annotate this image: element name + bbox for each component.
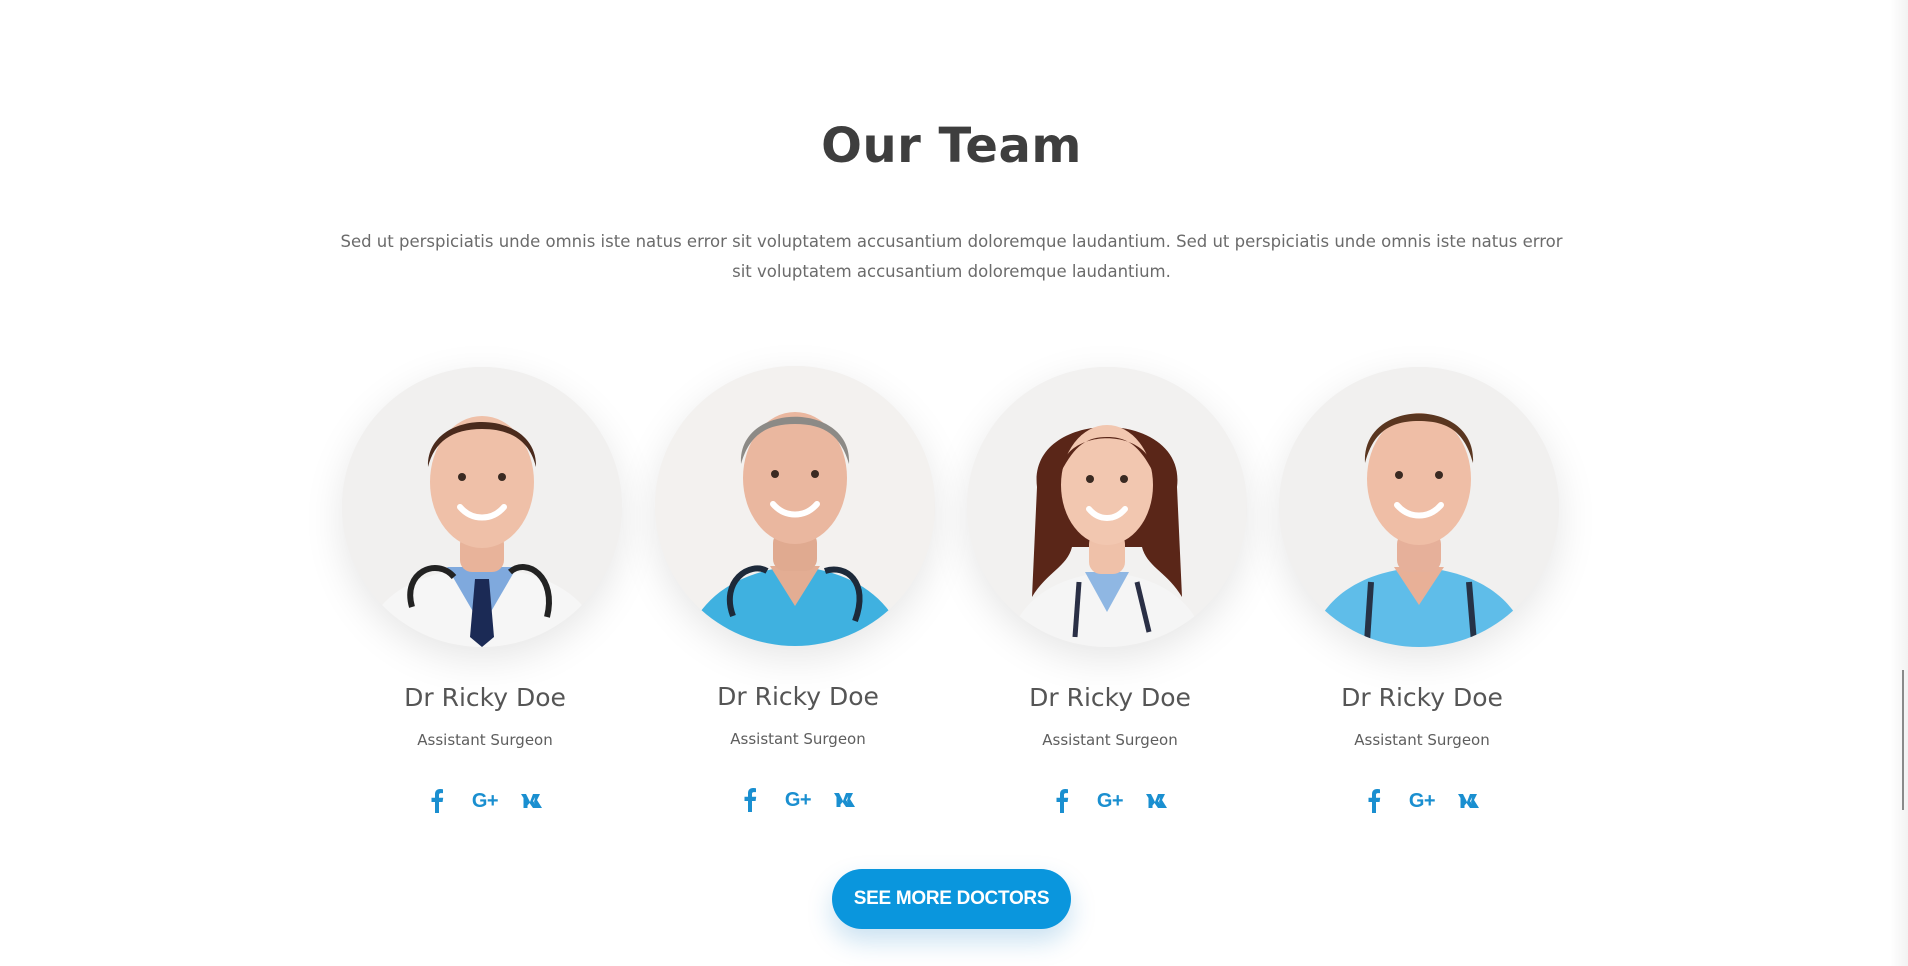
social-links: G+: [335, 785, 635, 817]
member-name: Dr Ricky Doe: [404, 683, 566, 712]
scrollbar[interactable]: [1890, 0, 1908, 966]
social-links: G+: [960, 785, 1260, 817]
social-links: G+: [1272, 785, 1572, 817]
facebook-icon[interactable]: [422, 786, 452, 816]
social-links: G+: [648, 784, 948, 816]
doctor-portrait-scrubs-grey-hair-icon: [655, 366, 935, 646]
vk-icon[interactable]: [1143, 786, 1173, 816]
vk-icon[interactable]: [831, 785, 861, 815]
doctor-portrait-woman-icon: [967, 367, 1247, 647]
vk-icon[interactable]: [518, 786, 548, 816]
google-plus-icon[interactable]: G+: [470, 786, 500, 816]
google-plus-icon[interactable]: G+: [783, 785, 813, 815]
member-role: Assistant Surgeon: [1354, 731, 1490, 749]
member-role: Assistant Surgeon: [417, 731, 553, 749]
facebook-icon[interactable]: [1359, 786, 1389, 816]
facebook-icon[interactable]: [735, 785, 765, 815]
member-role: Assistant Surgeon: [1042, 731, 1178, 749]
google-plus-icon[interactable]: G+: [1095, 786, 1125, 816]
scrollbar-thumb[interactable]: [1902, 670, 1904, 810]
page: Our Team Sed ut perspiciatis unde omnis …: [0, 0, 1908, 966]
vk-icon[interactable]: [1455, 786, 1485, 816]
member-name: Dr Ricky Doe: [717, 682, 879, 711]
member-name: Dr Ricky Doe: [1341, 683, 1503, 712]
member-name: Dr Ricky Doe: [1029, 683, 1191, 712]
scrollbar-shadow: [1890, 0, 1908, 966]
team-grid: Dr Ricky Doe Assistant Surgeon G+ Dr Ric…: [0, 0, 1908, 966]
member-role: Assistant Surgeon: [730, 730, 866, 748]
doctor-portrait-white-coat-icon: [342, 367, 622, 647]
doctor-portrait-scrubs-icon: [1279, 367, 1559, 647]
facebook-icon[interactable]: [1047, 786, 1077, 816]
see-more-doctors-button[interactable]: SEE MORE DOCTORS: [832, 869, 1071, 929]
google-plus-icon[interactable]: G+: [1407, 786, 1437, 816]
